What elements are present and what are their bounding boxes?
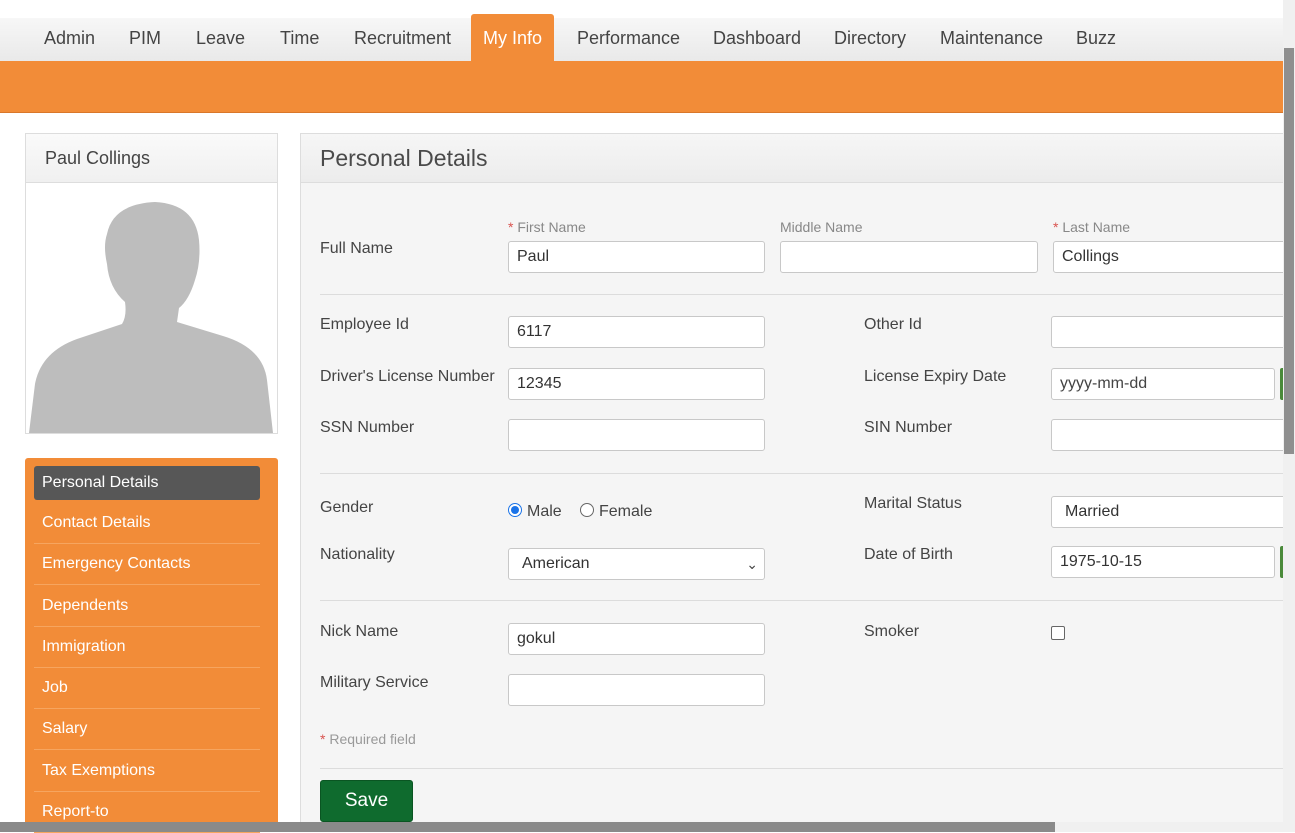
gender-label: Gender bbox=[320, 499, 374, 516]
nav-recruitment[interactable]: Recruitment bbox=[342, 18, 463, 62]
gender-female-radio[interactable] bbox=[580, 503, 594, 517]
horizontal-scrollbar-thumb[interactable] bbox=[0, 822, 1055, 832]
first-name-label: * First Name bbox=[508, 219, 586, 235]
dob-label: Date of Birth bbox=[864, 546, 953, 563]
nick-name-input[interactable]: gokul bbox=[508, 623, 765, 655]
nav-dashboard[interactable]: Dashboard bbox=[701, 18, 813, 62]
dob-input[interactable]: 1975-10-15 bbox=[1051, 546, 1275, 578]
top-strip bbox=[0, 0, 1295, 18]
divider bbox=[320, 600, 1283, 601]
middle-name-input[interactable] bbox=[780, 241, 1038, 273]
nav-my-info[interactable]: My Info bbox=[471, 14, 555, 62]
ssn-label: SSN Number bbox=[320, 419, 415, 436]
marital-status-select[interactable]: Married bbox=[1051, 496, 1293, 528]
vertical-scrollbar[interactable] bbox=[1283, 0, 1295, 832]
license-expiry-label: License Expiry Date bbox=[864, 368, 1007, 385]
smoker-label: Smoker bbox=[864, 623, 920, 640]
required-note: * Required field bbox=[320, 731, 416, 747]
first-name-input[interactable]: Paul bbox=[508, 241, 765, 273]
side-item-dependents[interactable]: Dependents bbox=[34, 586, 260, 627]
save-button[interactable]: Save bbox=[320, 780, 413, 822]
required-marker: * bbox=[320, 731, 326, 747]
vertical-scrollbar-thumb[interactable] bbox=[1284, 48, 1294, 454]
required-marker: * bbox=[1053, 219, 1059, 235]
license-label: Driver's License Number bbox=[320, 368, 495, 385]
nationality-label: Nationality bbox=[320, 546, 395, 563]
last-name-label-text: Last Name bbox=[1062, 219, 1131, 235]
required-marker: * bbox=[508, 219, 514, 235]
last-name-label: * Last Name bbox=[1053, 219, 1130, 235]
nav-directory[interactable]: Directory bbox=[822, 18, 918, 62]
side-item-immigration[interactable]: Immigration bbox=[34, 627, 260, 668]
nav-performance[interactable]: Performance bbox=[565, 18, 692, 62]
military-service-input[interactable] bbox=[508, 674, 765, 706]
sub-nav-bar bbox=[0, 61, 1283, 113]
nav-buzz[interactable]: Buzz bbox=[1064, 18, 1128, 62]
side-item-contact-details[interactable]: Contact Details bbox=[34, 503, 260, 544]
side-item-emergency-contacts[interactable]: Emergency Contacts bbox=[34, 544, 260, 585]
smoker-checkbox[interactable] bbox=[1051, 626, 1065, 640]
avatar-placeholder-icon[interactable] bbox=[27, 184, 276, 433]
license-input[interactable]: 12345 bbox=[508, 368, 765, 400]
middle-name-label: Middle Name bbox=[780, 219, 863, 235]
divider bbox=[320, 768, 1283, 769]
main-nav: Admin PIM Leave Time Recruitment My Info… bbox=[0, 14, 1283, 62]
other-id-input[interactable] bbox=[1051, 316, 1293, 348]
side-item-job[interactable]: Job bbox=[34, 668, 260, 709]
last-name-input[interactable]: Collings bbox=[1053, 241, 1293, 273]
sin-label: SIN Number bbox=[864, 419, 953, 436]
nav-maintenance[interactable]: Maintenance bbox=[928, 18, 1055, 62]
military-service-label: Military Service bbox=[320, 674, 429, 691]
personal-details-panel: Personal Details bbox=[300, 133, 1283, 832]
nav-time[interactable]: Time bbox=[268, 18, 331, 62]
gender-male-radio[interactable] bbox=[508, 503, 522, 517]
chevron-down-icon: ⌄ bbox=[746, 556, 758, 572]
employee-id-input[interactable]: 6117 bbox=[508, 316, 765, 348]
side-item-salary[interactable]: Salary bbox=[34, 709, 260, 750]
nav-leave[interactable]: Leave bbox=[184, 18, 257, 62]
full-name-label: Full Name bbox=[320, 240, 393, 257]
nav-admin[interactable]: Admin bbox=[32, 18, 107, 62]
nationality-value: American bbox=[522, 555, 590, 572]
gender-male-label[interactable]: Male bbox=[527, 503, 562, 521]
nav-pim[interactable]: PIM bbox=[117, 18, 173, 62]
side-menu: Personal Details Contact Details Emergen… bbox=[25, 458, 278, 833]
gender-female-label[interactable]: Female bbox=[599, 503, 652, 521]
side-item-personal-details[interactable]: Personal Details bbox=[34, 466, 260, 500]
horizontal-scrollbar[interactable] bbox=[0, 822, 1283, 832]
sin-input[interactable] bbox=[1051, 419, 1293, 451]
ssn-input[interactable] bbox=[508, 419, 765, 451]
divider bbox=[320, 473, 1283, 474]
side-item-tax-exemptions[interactable]: Tax Exemptions bbox=[34, 751, 260, 792]
employee-id-label: Employee Id bbox=[320, 316, 409, 333]
nationality-select[interactable]: American ⌄ bbox=[508, 548, 765, 580]
panel-title: Personal Details bbox=[301, 134, 1283, 183]
divider bbox=[320, 294, 1283, 295]
nick-name-label: Nick Name bbox=[320, 623, 399, 640]
marital-status-label: Marital Status bbox=[864, 495, 962, 512]
first-name-label-text: First Name bbox=[517, 219, 586, 235]
license-expiry-input[interactable]: yyyy-mm-dd bbox=[1051, 368, 1275, 400]
required-note-text: Required field bbox=[329, 731, 416, 747]
profile-name: Paul Collings bbox=[26, 134, 277, 183]
profile-card: Paul Collings bbox=[25, 133, 278, 434]
other-id-label: Other Id bbox=[864, 316, 922, 333]
